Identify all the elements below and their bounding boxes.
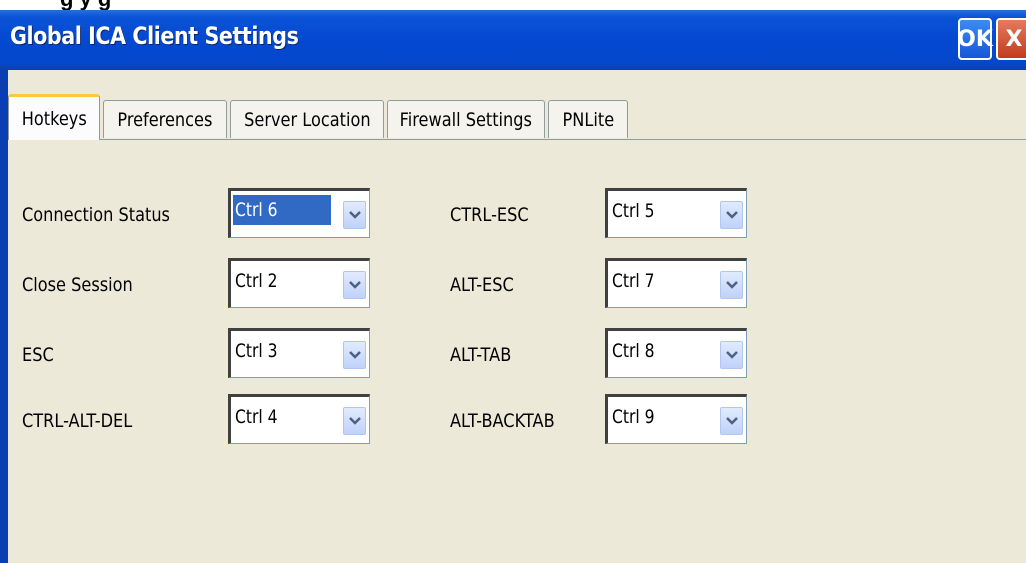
selected-value: Ctrl 5 bbox=[612, 200, 655, 222]
chevron-down-icon[interactable] bbox=[720, 201, 743, 229]
tab-label: Hotkeys bbox=[21, 107, 87, 130]
hotkey-select-ctrl-esc[interactable]: Ctrl 5 bbox=[605, 188, 747, 238]
tab-server-location[interactable]: Server Location bbox=[230, 100, 384, 138]
hotkey-select-alt-tab[interactable]: Ctrl 8 bbox=[605, 328, 747, 378]
selected-value: Ctrl 7 bbox=[612, 270, 655, 292]
hotkeys-panel: Connection Status Ctrl 6 Close Session C… bbox=[8, 140, 1026, 563]
hotkey-select-alt-esc[interactable]: Ctrl 7 bbox=[605, 258, 747, 308]
ok-button[interactable]: OK bbox=[957, 18, 993, 60]
hotkey-label-alt-tab: ALT-TAB bbox=[450, 344, 512, 366]
tab-label: PNLite bbox=[562, 108, 614, 131]
hotkey-label-connection-status: Connection Status bbox=[22, 204, 170, 226]
hotkey-select-esc[interactable]: Ctrl 3 bbox=[228, 328, 370, 378]
title-bar[interactable]: Global ICA Client Settings OK X bbox=[0, 10, 1026, 70]
hotkey-label-alt-backtab: ALT-BACKTAB bbox=[450, 410, 555, 432]
tab-label: Firewall Settings bbox=[399, 108, 533, 131]
hotkey-label-ctrl-esc: CTRL-ESC bbox=[450, 204, 529, 226]
chevron-down-icon[interactable] bbox=[343, 201, 366, 229]
tab-pnlite[interactable]: PNLite bbox=[548, 100, 628, 138]
window-border bbox=[0, 70, 8, 563]
selected-value: Ctrl 9 bbox=[612, 406, 655, 428]
hotkey-label-ctrl-alt-del: CTRL-ALT-DEL bbox=[22, 410, 133, 432]
window-title: Global ICA Client Settings bbox=[10, 22, 299, 50]
chevron-down-icon[interactable] bbox=[343, 341, 366, 369]
hotkey-label-esc: ESC bbox=[22, 344, 54, 366]
chevron-down-icon[interactable] bbox=[343, 271, 366, 299]
hotkey-select-alt-backtab[interactable]: Ctrl 9 bbox=[605, 394, 747, 444]
selected-value: Ctrl 6 bbox=[233, 195, 331, 225]
hotkey-label-alt-esc: ALT-ESC bbox=[450, 274, 514, 296]
tab-hotkeys[interactable]: Hotkeys bbox=[8, 94, 100, 140]
chevron-down-icon[interactable] bbox=[343, 407, 366, 435]
close-button[interactable]: X bbox=[996, 18, 1026, 60]
tab-preferences[interactable]: Preferences bbox=[103, 100, 227, 138]
hotkey-select-ctrl-alt-del[interactable]: Ctrl 4 bbox=[228, 394, 370, 444]
tab-firewall-settings[interactable]: Firewall Settings bbox=[387, 100, 545, 138]
chevron-down-icon[interactable] bbox=[720, 341, 743, 369]
selected-value: Ctrl 4 bbox=[235, 406, 278, 428]
tab-label: Server Location bbox=[243, 108, 371, 131]
settings-window: Global ICA Client Settings OK X Hotkeys … bbox=[0, 10, 1026, 563]
selected-value: Ctrl 2 bbox=[235, 270, 278, 292]
selected-value: Ctrl 3 bbox=[235, 340, 278, 362]
hotkey-select-connection-status[interactable]: Ctrl 6 bbox=[228, 188, 370, 238]
chevron-down-icon[interactable] bbox=[720, 271, 743, 299]
tab-label: Preferences bbox=[117, 108, 213, 131]
selected-value: Ctrl 8 bbox=[612, 340, 655, 362]
chevron-down-icon[interactable] bbox=[720, 407, 743, 435]
hotkey-select-close-session[interactable]: Ctrl 2 bbox=[228, 258, 370, 308]
hotkey-label-close-session: Close Session bbox=[22, 274, 133, 296]
